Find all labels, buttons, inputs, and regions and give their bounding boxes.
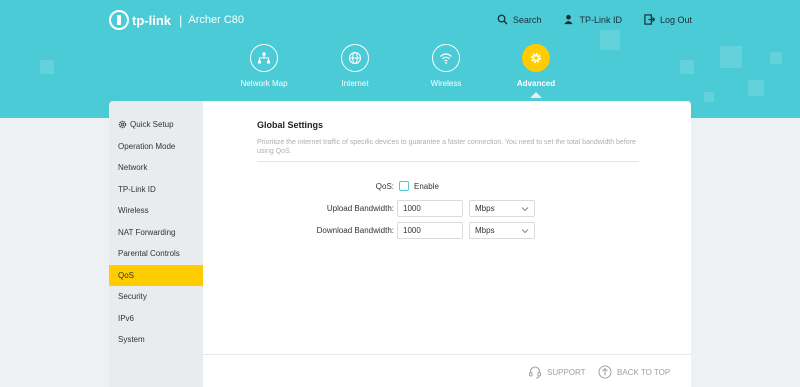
back-to-top-link[interactable]: BACK TO TOP <box>598 365 670 379</box>
download-row: Download Bandwidth: 1000 Mbps <box>203 220 691 240</box>
sidebar-item-label: Security <box>118 292 147 301</box>
gear-icon <box>118 121 127 129</box>
tp-link-logo-icon <box>109 10 129 30</box>
upload-bandwidth-input[interactable]: 1000 <box>397 199 463 217</box>
download-bandwidth-label: Download Bandwidth: <box>316 225 394 235</box>
qos-enable-checkbox[interactable] <box>399 181 409 191</box>
wifi-icon <box>440 53 452 64</box>
nav-label: Advanced <box>516 79 556 88</box>
qos-row: QoS: Enable <box>203 176 691 196</box>
nav-icon-circle <box>432 44 460 72</box>
sidebar-item-label: QoS <box>118 270 135 280</box>
active-nav-pointer <box>530 92 542 98</box>
nav-wireless[interactable]: Wireless <box>406 44 486 88</box>
upload-unit-select[interactable]: Mbps <box>469 199 535 217</box>
sidebar-item-label: Operation Mode <box>118 141 176 151</box>
sidebar-item-tplink-id[interactable]: TP-Link ID <box>109 179 203 201</box>
nav-internet[interactable]: Internet <box>315 44 395 88</box>
search-label: Search <box>512 14 542 25</box>
main-nav: Network Map Internet Wireless Advanced <box>0 44 800 104</box>
model-name: Archer C80 <box>188 14 245 26</box>
back-to-top-label: BACK TO TOP <box>617 367 671 377</box>
logout-icon <box>644 14 655 25</box>
search-link[interactable]: Search <box>497 14 542 25</box>
nav-icon-circle <box>522 44 550 72</box>
network-map-icon <box>258 52 270 64</box>
sidebar-item-qos[interactable]: QoS <box>109 264 203 286</box>
logout-label: Log Out <box>659 14 692 25</box>
nav-network-map[interactable]: Network Map <box>224 44 304 88</box>
sidebar-item-operation-mode[interactable]: Operation Mode <box>109 136 203 158</box>
sidebar: Quick Setup Operation Mode Network TP-Li… <box>109 101 203 387</box>
sidebar-item-system[interactable]: System <box>109 329 203 351</box>
section-title: Global Settings <box>257 120 324 130</box>
upload-unit-value: Mbps <box>475 203 495 213</box>
sidebar-item-label: IPv6 <box>118 313 135 323</box>
support-label: SUPPORT <box>547 367 586 377</box>
gear-icon <box>531 53 541 63</box>
upload-bandwidth-label: Upload Bandwidth: <box>326 203 394 213</box>
nav-icon-circle <box>341 44 369 72</box>
sidebar-item-quick-setup[interactable]: Quick Setup <box>109 114 203 136</box>
nav-label: Internet <box>341 79 369 88</box>
globe-icon <box>348 51 362 65</box>
logo-separator: | <box>179 12 183 28</box>
nav-label: Network Map <box>240 79 288 88</box>
download-bandwidth-input[interactable]: 1000 <box>397 221 463 239</box>
upload-row: Upload Bandwidth: 1000 Mbps <box>203 198 691 218</box>
sidebar-item-label: Network <box>118 163 148 172</box>
sidebar-item-wireless[interactable]: Wireless <box>109 200 203 222</box>
sidebar-item-label: NAT Forwarding <box>118 227 176 237</box>
section-description: Prioritize the internet traffic of speci… <box>257 138 639 162</box>
brand-logo[interactable]: tp-link | Archer C80 <box>109 10 244 30</box>
logout-link[interactable]: Log Out <box>644 14 692 25</box>
download-unit-select[interactable]: Mbps <box>469 221 535 239</box>
sidebar-item-label: TP-Link ID <box>118 184 156 194</box>
sidebar-item-label: Wireless <box>118 206 149 215</box>
sidebar-item-nat-forwarding[interactable]: NAT Forwarding <box>109 222 203 244</box>
sidebar-item-ipv6[interactable]: IPv6 <box>109 308 203 330</box>
sidebar-item-label: Quick Setup <box>130 120 174 129</box>
main-content: Global Settings Prioritize the internet … <box>203 101 691 387</box>
sidebar-item-parental-controls[interactable]: Parental Controls <box>109 243 203 265</box>
nav-icon-circle <box>250 44 278 72</box>
sidebar-item-security[interactable]: Security <box>109 286 203 308</box>
chevron-down-icon <box>521 206 529 211</box>
tplink-id-link[interactable]: TP-Link ID <box>563 14 622 25</box>
tplink-id-label: TP-Link ID <box>579 14 622 25</box>
chevron-down-icon <box>521 228 529 233</box>
sidebar-item-label: Parental Controls <box>118 249 180 258</box>
support-link[interactable]: SUPPORT <box>528 365 586 379</box>
search-icon <box>497 14 508 25</box>
nav-advanced[interactable]: Advanced <box>496 44 576 88</box>
nav-label: Wireless <box>430 79 462 88</box>
brand-name: tp-link <box>132 12 171 28</box>
sidebar-item-network[interactable]: Network <box>109 157 203 179</box>
user-icon <box>564 14 574 25</box>
download-unit-value: Mbps <box>475 225 495 235</box>
headset-icon <box>529 366 541 379</box>
footer: SUPPORT BACK TO TOP <box>203 354 691 387</box>
arrow-up-circle-icon <box>598 365 612 379</box>
sidebar-item-label: System <box>118 335 145 344</box>
top-links: Search TP-Link ID Log Out <box>497 14 692 25</box>
qos-enable-label[interactable]: Enable <box>414 182 439 191</box>
qos-label: QoS: <box>375 181 394 191</box>
